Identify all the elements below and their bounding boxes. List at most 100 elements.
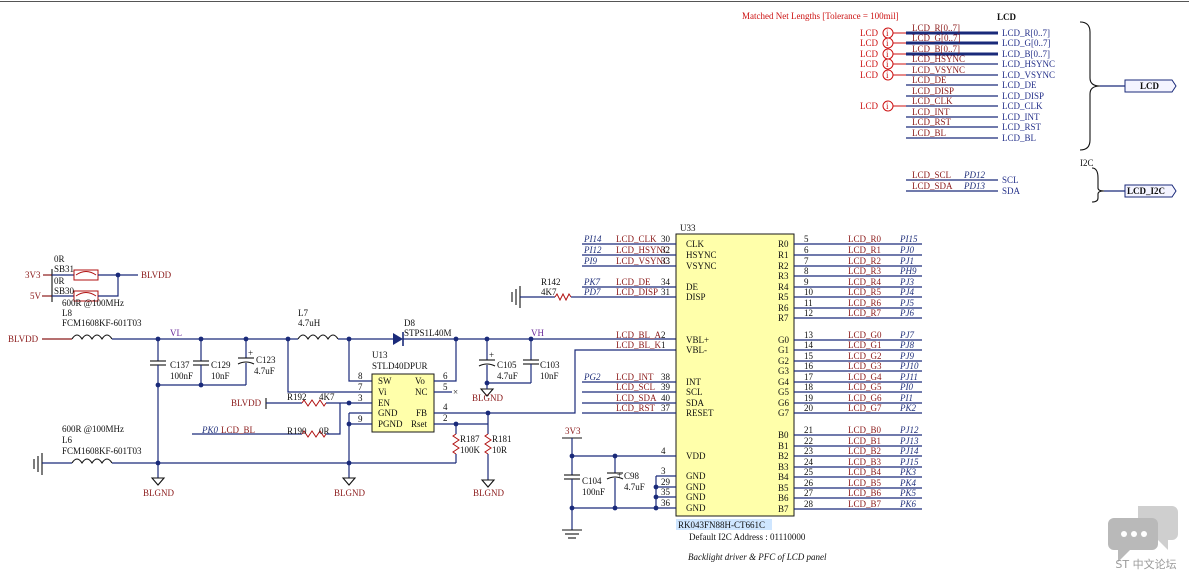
u13-pin-fb: FB [416,408,427,418]
c105-value: 4.7uF [497,371,518,381]
u33-port-right-22: PK5 [899,488,917,498]
u33-port-right-18: PJ14 [899,446,919,456]
power-5v-label: 5V [30,291,42,301]
u33-num-left-7: 38 [661,372,671,382]
u33-num-right-14: 19 [804,393,814,403]
r181-resistor [484,433,492,455]
u33-port-3: PK7 [583,277,601,287]
u33-net-right-1: LCD_R1 [848,245,881,255]
c98-ref: C98 [624,471,640,481]
u13-ref: U13 [372,350,388,360]
r187-value: 100K [460,445,481,455]
u33-net-right-0: LCD_R0 [848,234,882,244]
u33-port-right-0: PI15 [899,234,918,244]
vl-label: VL [170,328,182,338]
u33-net-right-15: LCD_G7 [848,403,882,413]
u33-net-right-12: LCD_G4 [848,372,882,382]
lcd-signal-0: LCD_R[0..7] [1002,28,1050,38]
u33-num-right-9: 14 [804,340,814,350]
u33-pin-right-9: G1 [778,345,789,355]
u33-net-right-8: LCD_G0 [848,330,882,340]
lcd-group-tag: LCD [860,70,879,80]
u33-pin-right-0: R0 [778,239,789,249]
u33-net-right-6: LCD_R6 [848,298,882,308]
lcd-heading: LCD [997,12,1017,22]
u33-pin-right-6: R6 [778,303,789,313]
c123-capacitor: + [237,339,255,385]
lcd-signal-3: LCD_HSYNC [1002,59,1055,69]
svg-text:i: i [886,28,889,38]
l7-inductor [297,334,339,341]
u33-pin-left-11: VDD [686,451,706,461]
u33-num-right-19: 24 [804,457,814,467]
u33-pin-right-16: B0 [778,430,789,440]
lcd-signal-9: LCD_RST [1002,122,1042,132]
u33-pin-left-10: RESET [686,408,714,418]
l7-ref: L7 [298,308,308,318]
lcd-group-tag: LCD [860,59,879,69]
lcd-net-1: LCD_G[0..7] [912,33,961,43]
u33-pin-right-4: R4 [778,282,789,292]
lcd-i2c-port[interactable]: LCD_I2C [1124,184,1177,198]
u33-net-right-5: LCD_R5 [848,287,882,297]
c105-ref: C105 [497,360,517,370]
lcd-net-10: LCD_BL [912,128,946,138]
lcd-signal-8: LCD_INT [1002,112,1040,122]
u33-num-left-4: 31 [661,287,670,297]
lcd-net-0: LCD_R[0..7] [912,23,960,33]
sb31-value: 0R [54,254,65,264]
u33-num-left-15: 36 [661,498,671,508]
u33-pin-right-23: B7 [778,504,789,514]
lcd-port[interactable]: LCD [1124,79,1177,93]
lcd-brace [1079,21,1101,151]
u33-pin-left-2: VSYNC [686,261,717,271]
u33-num-right-20: 25 [804,467,814,477]
lcd-signal-10: LCD_BL [1002,133,1036,143]
lcd-net-9: LCD_RST [912,117,952,127]
u33-net-left-5: LCD_BL_A [616,330,662,340]
u13-pin-sw: SW [378,376,392,386]
u33-port-right-10: PJ9 [899,351,914,361]
u33-net-right-10: LCD_G2 [848,351,882,361]
u33-port-right-1: PJ0 [899,245,914,255]
svg-text:+: + [617,470,622,480]
u33-pin-left-14: GND [686,492,706,502]
u33-port-4: PD7 [583,287,601,297]
c103-ref: C103 [540,360,560,370]
l8-part: FCM1608KF-601T03 [62,318,142,328]
u33-num-left-0: 30 [661,234,671,244]
u33-num-right-23: 28 [804,499,814,509]
u13-pin-nc: NC [415,387,428,397]
u33-pin-right-17: B1 [778,441,789,451]
u33-port-right-6: PJ5 [899,298,914,308]
i2c-net-0: LCD_SCL [912,170,951,180]
schematic-canvas: Matched Net Lengths [Tolerance = 100mil]… [0,1,1189,562]
u33-num-right-11: 16 [804,361,814,371]
l8-value: 600R @100MHz [62,298,124,308]
blvdd-left-label: BLVDD [8,334,39,344]
u33-num-left-5: 2 [661,330,666,340]
sb31-jumper [73,269,99,281]
u13-nc-mark: × [453,387,458,397]
u33-net-right-4: LCD_R4 [848,277,882,287]
i2c-address-note: Default I2C Address : 01110000 [689,532,806,542]
u33-net-right-21: LCD_B5 [848,478,882,488]
u33-port-right-3: PH9 [899,266,917,276]
u33-num-right-17: 22 [804,436,813,446]
u33-pin-left-8: SCL [686,387,703,397]
u33-pin-right-15: G7 [778,408,789,418]
r192-value: 4K7 [319,392,335,402]
r192-ref: R192 [287,392,307,402]
earth-symbol-r142 [511,286,521,308]
i2c-signal-0: SCL [1002,175,1019,185]
earth-symbol-left [33,453,43,475]
l6-ref: L6 [62,435,72,445]
u33-port-right-17: PJ13 [899,436,919,446]
lcd-signal-5: LCD_DE [1002,80,1037,90]
i2c-heading: I2C [1080,158,1094,168]
vh-label: VH [531,328,544,338]
u33-net-right-19: LCD_B3 [848,457,882,467]
svg-text:i: i [886,70,889,80]
u33-pin-right-10: G2 [778,356,789,366]
u33-pin-right-21: B5 [778,483,789,493]
